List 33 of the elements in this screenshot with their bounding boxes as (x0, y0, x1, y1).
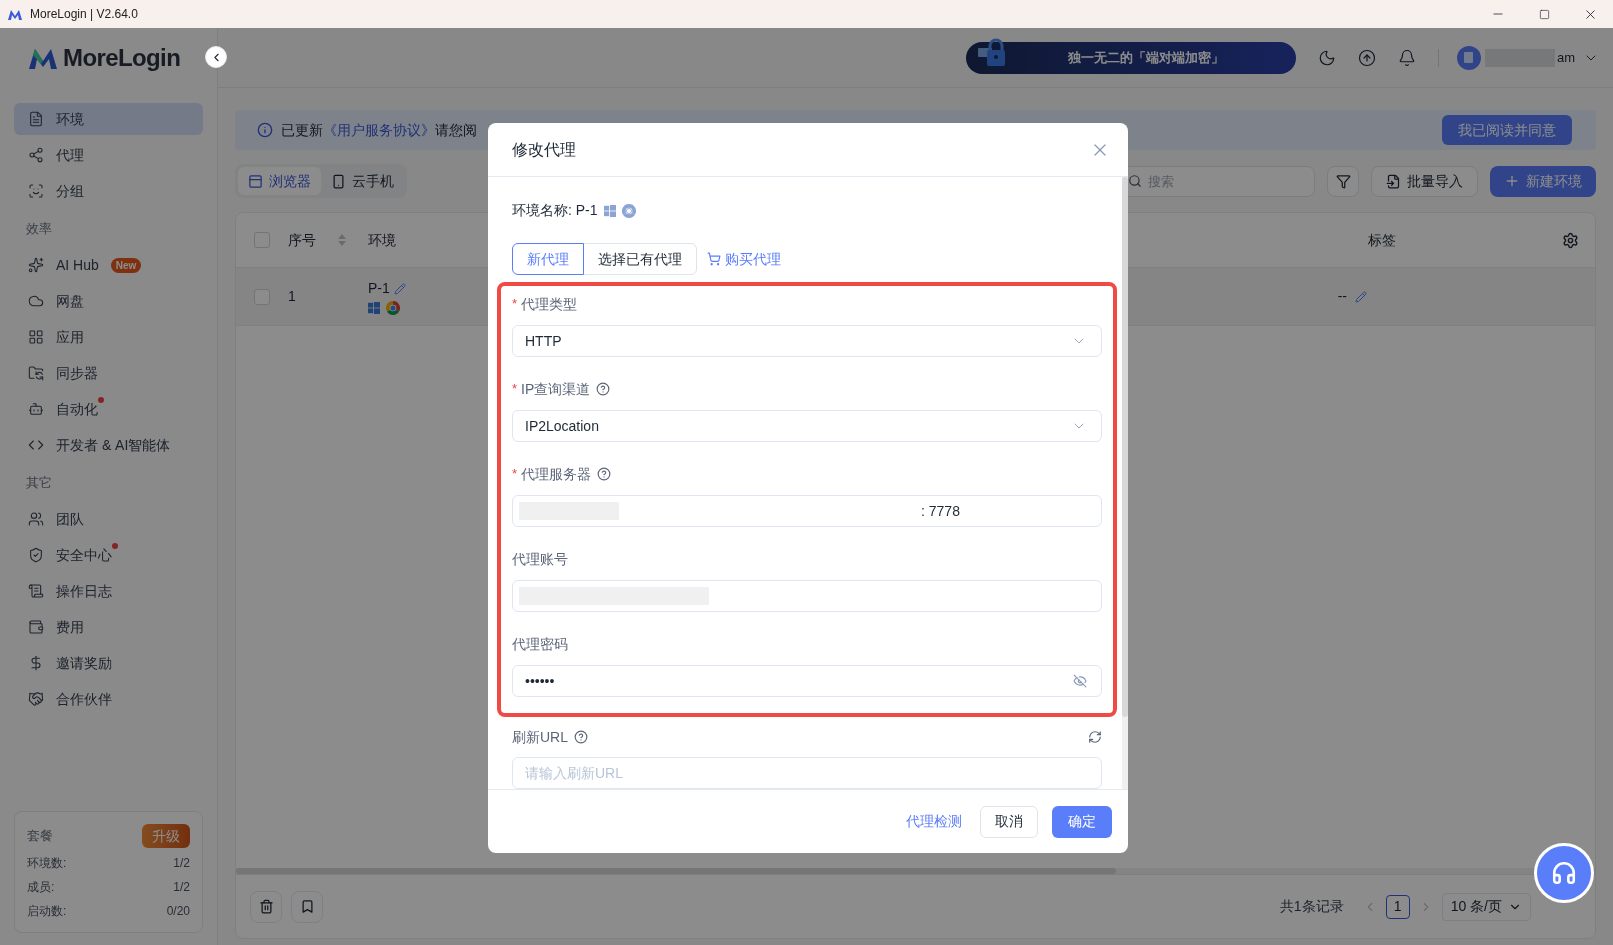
field-label: 代理类型 (521, 294, 578, 314)
required-mark: * (512, 295, 518, 314)
promo-text: 独一无二的「端对端加密」 (1066, 48, 1224, 67)
field-label: 代理服务器 (521, 464, 592, 484)
plan-value: 0/20 (166, 903, 190, 920)
environment-name: P-1 (368, 279, 390, 298)
field-label: 代理密码 (512, 634, 568, 654)
plan-value: 1/2 (173, 855, 190, 872)
field-label: 刷新URL (512, 727, 568, 747)
plan-label: 环境数: (27, 855, 67, 872)
total-records: 共1条记录 (1279, 897, 1344, 916)
section-title: 效率 (25, 220, 53, 238)
logo-text: MoreLogin (63, 43, 181, 73)
column-header: 标签 (1368, 230, 1396, 250)
required-mark: * (512, 380, 518, 399)
field-label: 代理账号 (512, 549, 568, 569)
user-name: am (1556, 48, 1575, 67)
column-header: 环境 (368, 230, 396, 250)
plan-label: 启动数: (27, 903, 67, 920)
plan-title: 套餐 (27, 827, 53, 846)
window-title: MoreLogin | V2.64.0 (30, 6, 138, 23)
required-mark: * (512, 465, 518, 484)
notice-text: 已更新《用户服务协议》请您阅 (281, 120, 477, 140)
field-label: IP查询渠道 (521, 379, 591, 399)
plan-label: 成员: (27, 879, 55, 896)
section-title: 其它 (25, 474, 53, 492)
environment-label: 环境名称: P-1 (512, 201, 598, 220)
dialog-title: 修改代理 (512, 139, 576, 160)
new-badge: New (110, 257, 142, 273)
table-cell-text: 1 (288, 287, 297, 306)
plan-value: 1/2 (173, 879, 190, 896)
column-header: 序号 (288, 230, 317, 250)
table-cell-text: -- (1337, 287, 1347, 306)
